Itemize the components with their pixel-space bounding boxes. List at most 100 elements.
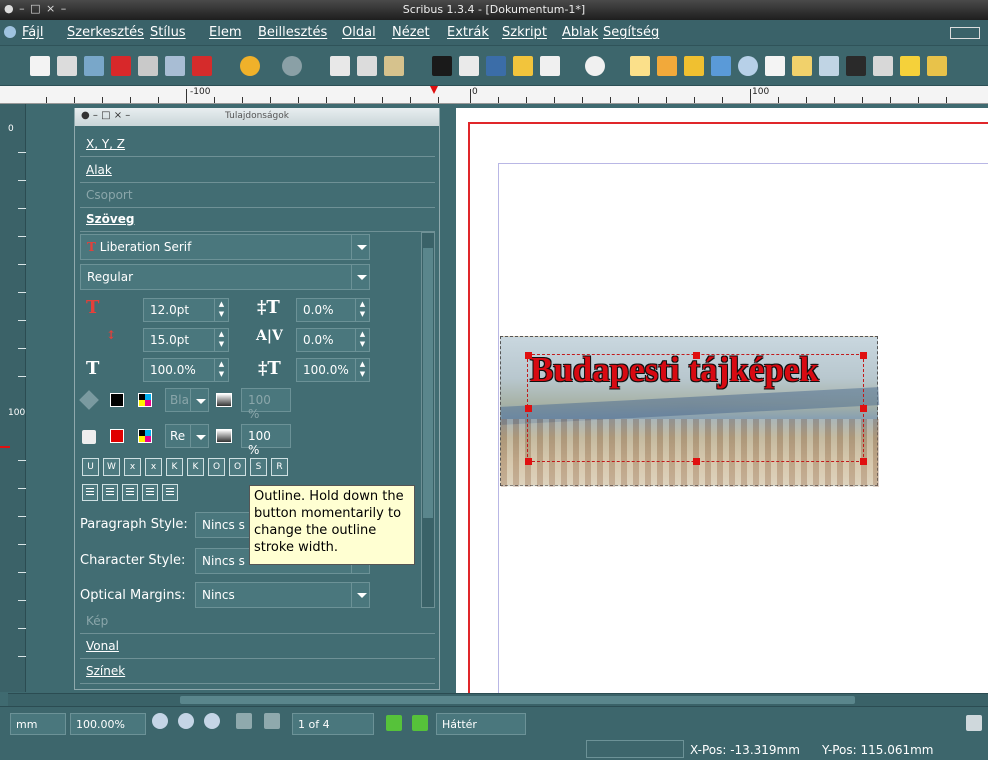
measure-icon[interactable] xyxy=(873,56,893,76)
select-arrow-icon[interactable] xyxy=(432,56,452,76)
align-forced-button[interactable] xyxy=(162,484,178,501)
edit-text-icon[interactable] xyxy=(765,56,785,76)
unlink-frames-icon[interactable] xyxy=(846,56,866,76)
polygon-icon[interactable] xyxy=(585,56,605,76)
pdf-export-icon[interactable] xyxy=(192,56,212,76)
unit-select[interactable]: mm xyxy=(10,713,66,735)
align-justify-button[interactable] xyxy=(142,484,158,501)
menu-file[interactable]: Fájl xyxy=(22,25,43,40)
menu-view[interactable]: Nézet xyxy=(392,25,430,40)
underline-button[interactable]: U xyxy=(82,458,99,476)
section-line[interactable]: Vonal xyxy=(80,635,435,659)
font-size-field[interactable]: 12.0pt ▲ ▼ xyxy=(143,298,229,322)
preflight-icon[interactable] xyxy=(165,56,185,76)
story-editor-icon[interactable] xyxy=(792,56,812,76)
section-text[interactable]: Szöveg xyxy=(80,208,435,232)
frame-handle[interactable] xyxy=(525,458,532,465)
shape-icon[interactable] xyxy=(540,56,560,76)
menu-help[interactable]: Segítség xyxy=(603,25,659,40)
scale-height-field[interactable]: 100.0% ▲ ▼ xyxy=(296,358,370,382)
layer-select[interactable]: Háttér xyxy=(436,713,526,735)
stroke-shade-field[interactable]: 100 % xyxy=(241,388,291,421)
kerning-field[interactable]: 0.0% ▲ ▼ xyxy=(296,328,370,352)
properties-scroll-thumb[interactable] xyxy=(423,248,433,518)
cut-icon[interactable] xyxy=(330,56,350,76)
stroke-color-swatch[interactable] xyxy=(110,393,124,407)
menu-page[interactable]: Oldal xyxy=(342,25,376,40)
copy-properties-icon[interactable] xyxy=(900,56,920,76)
zoom-out-icon[interactable] xyxy=(152,713,168,729)
spin-arrows-icon[interactable]: ▲ ▼ xyxy=(214,329,228,351)
font-family-select[interactable]: T Liberation Serif xyxy=(80,234,370,260)
page-select[interactable]: 1 of 4 xyxy=(292,713,374,735)
print-icon[interactable] xyxy=(138,56,158,76)
copy-icon[interactable] xyxy=(357,56,377,76)
spin-arrows-icon[interactable]: ▲ ▼ xyxy=(214,299,228,321)
zoom-100-icon[interactable] xyxy=(178,713,194,729)
subscript-button[interactable]: x xyxy=(124,458,141,476)
fill-color-swatch[interactable] xyxy=(110,429,124,443)
chevron-down-icon[interactable] xyxy=(190,425,208,447)
menu-style[interactable]: Stílus xyxy=(150,25,186,40)
zoom-icon[interactable] xyxy=(738,56,758,76)
frame-handle[interactable] xyxy=(693,352,700,359)
menu-item[interactable]: Elem xyxy=(209,25,242,40)
align-right-button[interactable] xyxy=(122,484,138,501)
chevron-down-icon[interactable] xyxy=(351,583,369,607)
previous-page-icon[interactable] xyxy=(264,713,280,729)
redo-icon[interactable] xyxy=(282,56,302,76)
frame-handle[interactable] xyxy=(860,405,867,412)
save-icon[interactable] xyxy=(84,56,104,76)
mdi-controls-icon[interactable] xyxy=(950,27,980,39)
chevron-down-icon[interactable] xyxy=(351,235,369,259)
properties-title-bar[interactable]: ● – □ × – Tulajdonságok xyxy=(75,108,439,126)
new-document-icon[interactable] xyxy=(30,56,50,76)
fill-shade-field[interactable]: 100 % xyxy=(241,424,291,457)
canvas-scroll-thumb[interactable] xyxy=(180,696,855,704)
image-frame-icon[interactable] xyxy=(486,56,506,76)
zoom-in-icon[interactable] xyxy=(204,713,220,729)
text-frame-icon[interactable] xyxy=(459,56,479,76)
link-frames-icon[interactable] xyxy=(819,56,839,76)
zoom-field[interactable]: 100.00% xyxy=(70,713,146,735)
preview-mode-icon[interactable] xyxy=(966,715,982,731)
all-caps-button[interactable]: K xyxy=(166,458,183,476)
tracking-field[interactable]: 0.0% ▲ ▼ xyxy=(296,298,370,322)
outline-button[interactable]: O xyxy=(229,458,246,476)
menu-edit[interactable]: Szerkesztés xyxy=(67,25,144,40)
section-colors[interactable]: Színek xyxy=(80,660,435,684)
frame-handle[interactable] xyxy=(693,458,700,465)
font-style-select[interactable]: Regular xyxy=(80,264,370,290)
menu-script[interactable]: Szkript xyxy=(502,25,547,40)
spin-arrows-icon[interactable]: ▲ ▼ xyxy=(355,329,369,351)
paste-icon[interactable] xyxy=(384,56,404,76)
table-icon[interactable] xyxy=(513,56,533,76)
frame-handle[interactable] xyxy=(860,352,867,359)
rotate-icon[interactable] xyxy=(711,56,731,76)
close-document-icon[interactable] xyxy=(111,56,131,76)
reverse-button[interactable]: R xyxy=(271,458,288,476)
bezier-icon[interactable] xyxy=(657,56,677,76)
eyedropper-icon[interactable] xyxy=(927,56,947,76)
stroke-color-select[interactable]: Bla xyxy=(165,388,209,412)
freehand-icon[interactable] xyxy=(684,56,704,76)
shadow-button[interactable]: S xyxy=(250,458,267,476)
section-xyz[interactable]: X, Y, Z xyxy=(80,133,435,157)
next-page-icon[interactable] xyxy=(386,715,402,731)
open-icon[interactable] xyxy=(57,56,77,76)
vertical-ruler[interactable]: 0 100 xyxy=(0,104,26,692)
menu-insert[interactable]: Beillesztés xyxy=(258,25,327,40)
align-left-button[interactable] xyxy=(82,484,98,501)
chevron-down-icon[interactable] xyxy=(351,265,369,289)
frame-handle[interactable] xyxy=(525,405,532,412)
underline-words-button[interactable]: W xyxy=(103,458,120,476)
align-center-button[interactable] xyxy=(102,484,118,501)
superscript-button[interactable]: x xyxy=(145,458,162,476)
horizontal-ruler[interactable]: -100 0 100 xyxy=(0,86,988,104)
line-icon[interactable] xyxy=(630,56,650,76)
chevron-down-icon[interactable] xyxy=(190,389,208,411)
first-page-icon[interactable] xyxy=(236,713,252,729)
spin-arrows-icon[interactable]: ▲ ▼ xyxy=(355,359,369,381)
frame-handle[interactable] xyxy=(525,352,532,359)
last-page-icon[interactable] xyxy=(412,715,428,731)
